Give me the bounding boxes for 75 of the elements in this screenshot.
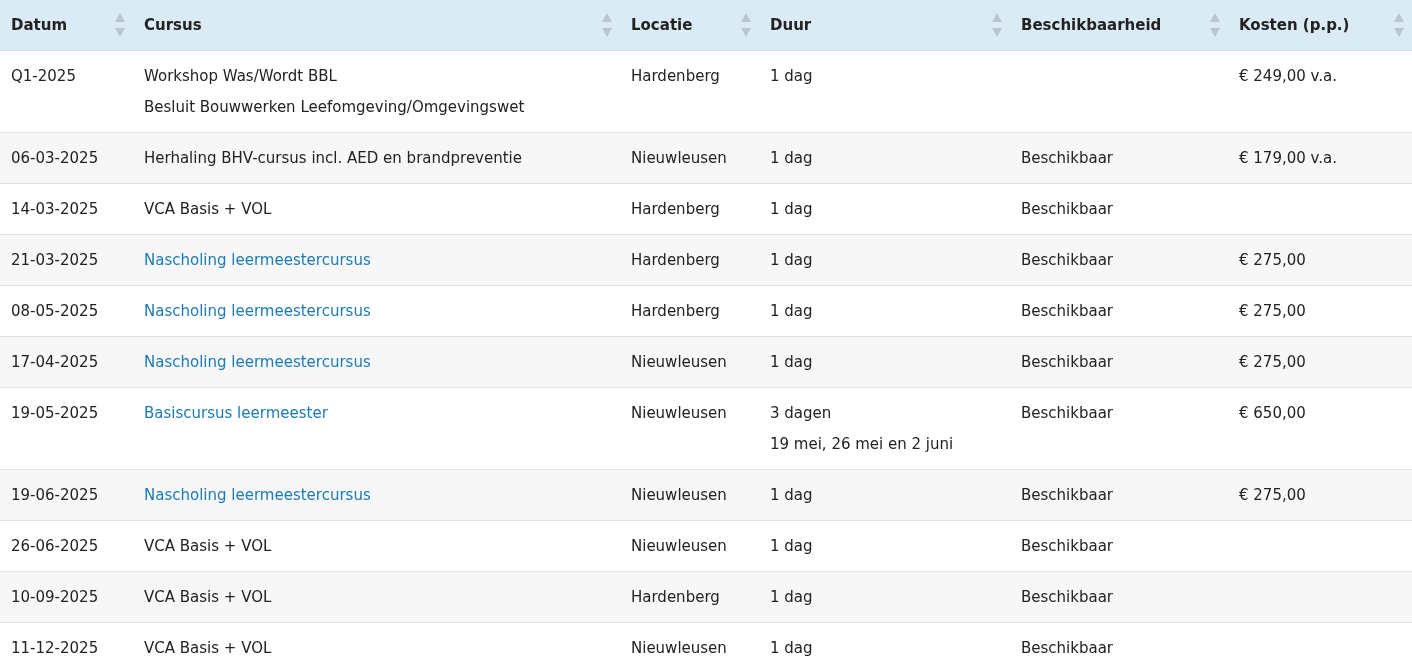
table-cell-text: € 249,00 v.a.	[1239, 65, 1338, 86]
table-cell-text: 1 dag	[770, 65, 814, 86]
table-cell-text: 08-05-2025	[11, 300, 100, 321]
course-link[interactable]: Nascholing leermeestercursus	[144, 351, 371, 372]
table-cell-text: Nieuwleusen	[631, 535, 728, 556]
table-cell-text: Herhaling BHV-cursus incl. AED en brandpreventie	[144, 147, 523, 168]
table-cell-text: Beschikbaar	[1021, 637, 1114, 658]
table-cell-text: Nieuwleusen	[631, 402, 728, 423]
table-cell-text: Nieuwleusen	[631, 637, 728, 658]
table-cell-text: 19-05-2025	[11, 402, 100, 423]
table-cell-text: 1 dag	[770, 300, 814, 321]
table-cell-text: € 275,00	[1239, 484, 1307, 505]
table-cell-text: VCA Basis + VOL	[144, 586, 273, 607]
table-cell-text: 1 dag	[770, 586, 814, 607]
course-link[interactable]: Nascholing leermeestercursus	[144, 484, 371, 505]
table-cell-text: VCA Basis + VOL	[144, 198, 273, 219]
sort-arrows-icon[interactable]	[992, 11, 1002, 38]
column-header[interactable]: Cursus	[144, 13, 202, 36]
table-cell-text: VCA Basis + VOL	[144, 637, 273, 658]
table-cell-text: Hardenberg	[631, 586, 721, 607]
column-header[interactable]: Kosten (p.p.)	[1239, 13, 1350, 36]
table-cell-text: Hardenberg	[631, 300, 721, 321]
cell-note: 19 mei, 26 mei en 2 juni	[770, 433, 955, 454]
table-cell-text: Beschikbaar	[1021, 300, 1114, 321]
column-header[interactable]: Duur	[770, 13, 812, 36]
column-header[interactable]: Beschikbaarheid	[1021, 13, 1162, 36]
sort-arrows-icon[interactable]	[741, 11, 751, 38]
table-cell-text: Q1-2025	[11, 65, 77, 86]
table-cell-text: Beschikbaar	[1021, 535, 1114, 556]
cell-note: Besluit Bouwwerken Leefomgeving/Omgevingswet	[144, 96, 526, 117]
sort-arrows-icon[interactable]	[115, 11, 125, 38]
table-cell-text: VCA Basis + VOL	[144, 535, 273, 556]
table-cell-text: 10-09-2025	[11, 586, 100, 607]
table-cell-text: 1 dag	[770, 484, 814, 505]
column-header[interactable]: Datum	[11, 13, 68, 36]
table-cell-text: € 275,00	[1239, 351, 1307, 372]
table-cell-text: Beschikbaar	[1021, 402, 1114, 423]
course-link[interactable]: Nascholing leermeestercursus	[144, 300, 371, 321]
column-header[interactable]: Locatie	[631, 13, 693, 36]
table-cell-text: € 275,00	[1239, 249, 1307, 270]
table-cell-text: Beschikbaar	[1021, 147, 1114, 168]
table-cell-text: Nieuwleusen	[631, 484, 728, 505]
table-cell-text: Beschikbaar	[1021, 484, 1114, 505]
table-cell-text: Workshop Was/Wordt BBL	[144, 65, 338, 86]
sort-arrows-icon[interactable]	[602, 11, 612, 38]
table-cell-text: 1 dag	[770, 249, 814, 270]
table-cell-text: 3 dagen	[770, 402, 833, 423]
table-cell-text: Nieuwleusen	[631, 351, 728, 372]
table-cell-text: Beschikbaar	[1021, 351, 1114, 372]
table-cell-text: 11-12-2025	[11, 637, 100, 658]
table-cell-text: 14-03-2025	[11, 198, 100, 219]
table-cell-text: Hardenberg	[631, 65, 721, 86]
course-link[interactable]: Basiscursus leermeester	[144, 402, 328, 423]
table-cell-text: Beschikbaar	[1021, 586, 1114, 607]
table-cell-text: 1 dag	[770, 351, 814, 372]
table-cell-text: Hardenberg	[631, 249, 721, 270]
table-cell-text: 1 dag	[770, 637, 814, 658]
table-cell-text: € 650,00	[1239, 402, 1307, 423]
table-cell-text: 26-06-2025	[11, 535, 100, 556]
table-cell-text: Hardenberg	[631, 198, 721, 219]
sort-arrows-icon[interactable]	[1394, 11, 1404, 38]
table-cell-text: 06-03-2025	[11, 147, 100, 168]
sort-arrows-icon[interactable]	[1210, 11, 1220, 38]
table-cell-text: Beschikbaar	[1021, 198, 1114, 219]
table-cell-text: 21-03-2025	[11, 249, 100, 270]
table-cell-text: 19-06-2025	[11, 484, 100, 505]
table-cell-text: € 275,00	[1239, 300, 1307, 321]
table-cell-text: 17-04-2025	[11, 351, 100, 372]
table-cell-text: Nieuwleusen	[631, 147, 728, 168]
table-cell-text: Beschikbaar	[1021, 249, 1114, 270]
table-cell-text: € 179,00 v.a.	[1239, 147, 1338, 168]
table-cell-text: 1 dag	[770, 147, 814, 168]
course-link[interactable]: Nascholing leermeestercursus	[144, 249, 371, 270]
table-cell-text: 1 dag	[770, 198, 814, 219]
table-cell-text: 1 dag	[770, 535, 814, 556]
